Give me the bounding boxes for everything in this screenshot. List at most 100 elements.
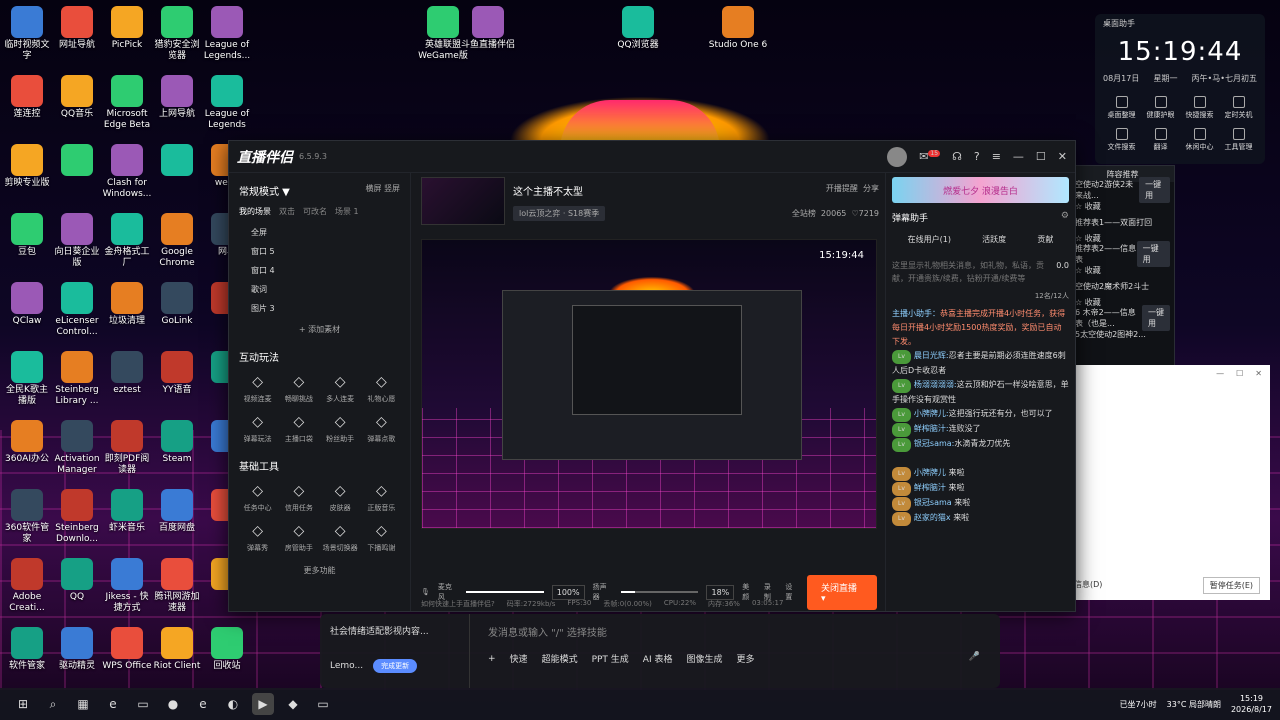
close-icon[interactable]: ✕ [1058,150,1067,163]
desktop-icon[interactable]: eztest [102,351,152,396]
lineup-row[interactable]: 推荐表1——双面打回 [1071,214,1174,230]
interact-tool[interactable]: 弹幕点歌 [363,414,400,444]
join-user-name[interactable]: 小牌牌儿 [914,468,949,477]
interact-tool[interactable]: 礼物心愿 [363,374,400,404]
desktop-icon[interactable]: 向日葵企业版 [52,213,102,269]
source-item[interactable]: 窗口 4 [239,261,400,280]
system-clock[interactable]: 15:19 2026/8/17 [1231,693,1272,715]
app-taskbar-icon[interactable]: ● [162,693,184,715]
desktop-icon[interactable]: QQ音乐 [52,75,102,120]
basic-tool[interactable]: 下播鸣谢 [363,523,400,553]
start-icon[interactable]: ⊞ [12,693,34,715]
desktop-icon[interactable]: WPS Office [102,627,152,672]
event-banner[interactable]: 燃爱七夕 浪漫告白 [892,177,1069,203]
basic-tool[interactable]: 场景切换器 [322,523,359,553]
desktop-icon[interactable]: Studio One 6 [705,6,771,51]
interact-tool[interactable]: 畅聊挑战 [280,374,317,404]
widget-tool[interactable]: 翻译 [1142,128,1179,152]
lol-taskbar-icon[interactable]: ◆ [282,693,304,715]
desktop-icon[interactable]: 百度网盘 [152,489,202,534]
desktop-icon[interactable]: 金舟格式工厂 [102,213,152,269]
desktop-icon[interactable]: Microsoft Edge Beta [102,75,152,131]
tab-contribution[interactable]: 贡献 [1037,234,1053,245]
favorite-label[interactable]: ☆ 收藏 [1075,201,1101,212]
maximize-icon[interactable]: ☐ [1036,150,1046,163]
landscape-toggle[interactable]: 横屏 [365,184,381,193]
desktop-icon[interactable]: Google Chrome [152,213,202,269]
desktop-icon[interactable]: Steinberg Library ... [52,351,102,407]
widget-tool[interactable]: 桌面整理 [1103,96,1140,120]
sit-notice[interactable]: 已坐7小时 [1120,699,1157,710]
edge-taskbar-icon[interactable]: e [102,693,124,715]
avatar[interactable] [887,146,908,167]
stream-preview[interactable]: 15:19:44 [421,239,877,529]
danmu-settings-icon[interactable]: ⚙ [1061,211,1069,224]
basic-tool[interactable]: 正版音乐 [363,483,400,513]
basic-tool[interactable]: 房管助手 [280,523,317,553]
window-taskbar-icon[interactable]: ▭ [312,693,334,715]
desktop-icon[interactable]: 360AI办公 [2,420,52,465]
desktop-icon[interactable]: League of Legends [202,75,252,131]
one-click-use-button[interactable]: 一键用 [1139,177,1170,203]
desktop-icon[interactable]: PicPick [102,6,152,51]
desktop-icon[interactable]: QQ [52,558,102,603]
stream-thumbnail[interactable] [421,177,505,225]
desktop-icon[interactable]: Riot Client [152,627,202,672]
desktop-icon[interactable]: 全民K歌主播版 [2,351,52,407]
source-item[interactable]: 歌词 [239,280,400,299]
favorite-label[interactable]: ☆ 收藏 [1075,233,1101,244]
desktop-icon[interactable]: League of Legends... [202,6,252,62]
update-done-button[interactable]: 完成更新 [373,659,418,673]
live-reminder-button[interactable]: 开播提醒 [826,184,858,193]
tab-scene-1[interactable]: 场景 1 [335,206,359,217]
lineup-row[interactable]: 空使动2魔术师2斗士 [1071,278,1174,294]
join-user-name[interactable]: 鲜榨脑汁 [914,483,949,492]
desktop-icon[interactable]: QClaw [2,282,52,327]
interact-tool[interactable]: 视频连麦 [239,374,276,404]
desktop-icon[interactable]: 虾米音乐 [102,489,152,534]
desktop-icon[interactable]: YY语音 [152,351,202,396]
add-icon[interactable]: + [488,654,496,664]
desktop-icon[interactable]: 回收站 [202,627,252,672]
desktop-icon[interactable]: 软件管家 [2,627,52,672]
rank-label[interactable]: 全站榜 [792,209,816,218]
lineup-row[interactable]: 空使动2游侠2未来战... 一键用 [1071,177,1174,203]
ai-input[interactable]: 发消息或输入 "/" 选择技能 [488,624,607,639]
mic-slider[interactable] [466,591,544,593]
pause-task-button[interactable]: 暂停任务(E) [1202,577,1260,594]
search-icon[interactable]: ⌕ [42,693,64,715]
basic-tool[interactable]: 信用任务 [280,483,317,513]
desktop-icon[interactable]: 莲连控 [2,75,52,120]
speaker-volume[interactable]: 18% [706,584,735,600]
maximize-icon[interactable]: ☐ [1236,369,1243,378]
desktop-icon[interactable]: 剪映专业版 [2,144,52,189]
desktop-icon[interactable]: 豆包 [2,213,52,258]
danmu-user-name[interactable]: 鲜榨脑汁: [914,424,949,433]
minimize-icon[interactable]: — [1216,369,1224,378]
desktop-icon[interactable]: Clash for Windows... [102,144,152,200]
desktop-icon[interactable]: 网址导航 [52,6,102,51]
portrait-toggle[interactable]: 竖屏 [384,184,400,193]
basic-tool[interactable]: 皮肤器 [322,483,359,513]
join-user-name[interactable]: 赵家的猫x [914,513,953,522]
tab-online-users[interactable]: 在线用户(1) [908,234,951,245]
one-click-use-button[interactable]: 一键用 [1141,305,1170,331]
interact-tool[interactable]: 主播口袋 [280,414,317,444]
menu-icon[interactable]: ≡ [992,150,1001,163]
desktop-icon[interactable]: 即刻PDF阅读器 [102,420,152,476]
desktop-icon[interactable]: QQ浏览器 [605,6,671,51]
minimize-icon[interactable]: — [1013,150,1024,163]
widget-tool[interactable]: 文件搜索 [1103,128,1140,152]
live-companion-taskbar-icon[interactable]: ▶ [252,693,274,715]
desktop-icon[interactable]: 驱动精灵 [52,627,102,672]
ai-action-button[interactable]: 更多 [737,652,755,665]
one-click-use-button[interactable]: 一键用 [1136,241,1170,267]
mode-selector[interactable]: 常规模式 ▼ [239,183,290,198]
message-icon[interactable]: ✉ 15 [919,150,941,163]
danmu-user-name[interactable]: 主播小助手： [892,309,940,318]
help-icon[interactable]: ? [974,150,980,163]
desktop-icon[interactable] [152,144,202,178]
lineup-row[interactable]: 6 木帝2——信息表（也是... 一键用 [1071,305,1174,331]
widget-tool[interactable]: 健康护眼 [1142,96,1179,120]
widget-tool[interactable]: 快捷搜索 [1181,96,1218,120]
